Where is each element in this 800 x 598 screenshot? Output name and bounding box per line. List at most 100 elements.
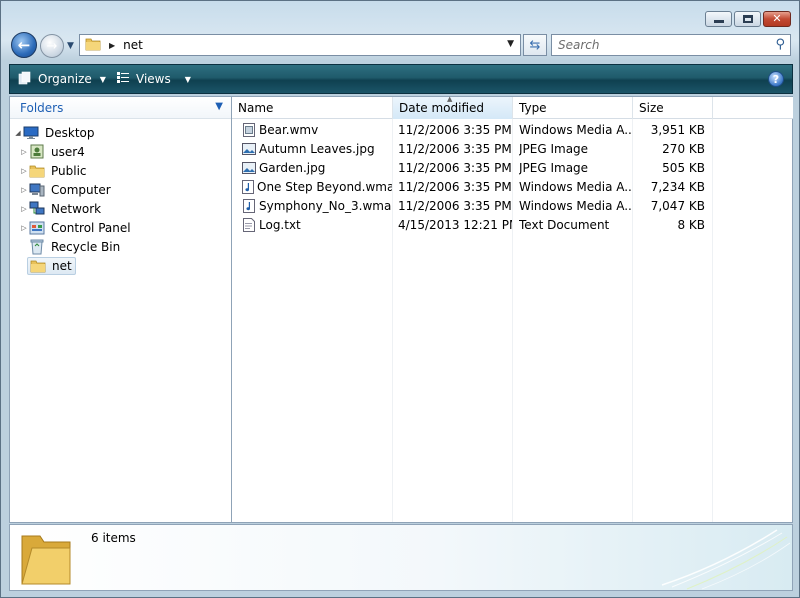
forward-arrow-icon: → <box>46 38 58 54</box>
search-input[interactable] <box>552 35 762 55</box>
tree-item-desktop[interactable]: ◢ Desktop <box>10 123 231 142</box>
column-header-label: Name <box>238 101 274 115</box>
back-arrow-icon: ← <box>17 36 31 54</box>
tree-item-control-panel[interactable]: ▷ Control Panel <box>10 218 231 237</box>
desktop-icon <box>23 125 39 141</box>
minimize-icon <box>713 20 724 23</box>
tree-item-label: Desktop <box>45 125 95 140</box>
tree-expander-icon[interactable]: ▷ <box>19 167 29 175</box>
file-date: 11/2/2006 3:35 PM <box>398 179 512 194</box>
chevron-down-icon[interactable]: ▼ <box>215 101 223 112</box>
close-icon: ✕ <box>772 12 782 25</box>
tree-expander-icon[interactable]: ▷ <box>19 224 29 232</box>
forward-button[interactable]: → <box>40 34 64 58</box>
file-row[interactable]: Autumn Leaves.jpg 11/2/2006 3:35 PM JPEG… <box>232 139 712 158</box>
user-folder-icon <box>29 144 45 160</box>
file-size: 7,047 KB <box>650 198 705 213</box>
close-button[interactable]: ✕ <box>763 11 791 27</box>
command-toolbar: Organize ▼ Views ▼ ? <box>9 64 793 94</box>
tree-item-label: user4 <box>51 144 85 159</box>
refresh-icon: ⇆ <box>529 37 541 53</box>
column-divider <box>712 119 713 522</box>
audio-file-icon <box>242 198 256 213</box>
recent-pages-dropdown[interactable]: ▼ <box>67 41 77 51</box>
image-file-icon <box>242 142 256 156</box>
folder-icon <box>18 530 74 590</box>
computer-icon <box>29 182 45 198</box>
network-icon <box>29 201 45 217</box>
column-header-label: Size <box>639 101 664 115</box>
breadcrumb-separator-icon[interactable]: ▶ <box>109 41 115 50</box>
text-file-icon <box>242 217 256 232</box>
file-name: One Step Beyond.wma <box>257 179 392 194</box>
item-count: 6 items <box>91 531 136 545</box>
breadcrumb-net[interactable]: net <box>123 38 143 52</box>
maximize-button[interactable] <box>734 11 761 27</box>
folder-tree: ◢ Desktop ▷ user4 ▷ Public ▷ Computer ▷ … <box>10 119 231 275</box>
views-dropdown-icon: ▼ <box>184 74 191 84</box>
folder-icon <box>30 258 46 274</box>
file-date: 11/2/2006 3:35 PM <box>398 198 512 213</box>
file-name: Symphony_No_3.wma <box>259 198 392 213</box>
refresh-button[interactable]: ⇆ <box>523 34 547 56</box>
folders-pane: Folders ▼ ◢ Desktop ▷ user4 ▷ Public ▷ C… <box>9 96 232 523</box>
tree-item-user4[interactable]: ▷ user4 <box>10 142 231 161</box>
column-header-date-modified[interactable]: ▲ Date modified <box>393 95 513 119</box>
file-type: JPEG Image <box>519 160 589 175</box>
file-row[interactable]: Garden.jpg 11/2/2006 3:35 PM JPEG Image … <box>232 158 712 177</box>
tree-item-computer[interactable]: ▷ Computer <box>10 180 231 199</box>
views-icon <box>116 71 130 87</box>
tree-item-label: net <box>52 258 72 273</box>
tree-item-recycle-bin[interactable]: Recycle Bin <box>10 237 231 256</box>
search-box: ⚲ <box>551 34 791 56</box>
tree-item-label: Network <box>51 201 102 216</box>
file-size: 8 KB <box>677 217 705 232</box>
column-header-size[interactable]: Size <box>633 97 713 119</box>
tree-expander-icon[interactable]: ▷ <box>19 186 29 194</box>
tree-item-public[interactable]: ▷ Public <box>10 161 231 180</box>
tree-item-label: Public <box>51 163 87 178</box>
file-type: Windows Media A... <box>519 198 631 213</box>
file-name: Bear.wmv <box>259 122 319 137</box>
views-label: Views <box>136 72 171 86</box>
file-size: 270 KB <box>662 141 705 156</box>
file-date: 11/2/2006 3:35 PM <box>398 141 512 156</box>
organize-label: Organize <box>38 72 92 86</box>
tree-expander-icon[interactable]: ▷ <box>19 205 29 213</box>
tree-item-net[interactable]: net <box>10 256 231 275</box>
file-type: Text Document <box>519 217 610 232</box>
address-bar[interactable]: ▶ net ▼ <box>79 34 521 56</box>
minimize-button[interactable] <box>705 11 732 27</box>
file-date: 4/15/2013 12:21 PM <box>398 217 512 232</box>
file-row[interactable]: Bear.wmv 11/2/2006 3:35 PM Windows Media… <box>232 120 712 139</box>
tree-item-label: Control Panel <box>51 220 131 235</box>
file-name: Garden.jpg <box>259 160 326 175</box>
file-list: Name ▲ Date modified Type Size Bear.wmv … <box>232 95 793 523</box>
help-button[interactable]: ? <box>768 71 784 87</box>
column-header-label: Date modified <box>399 101 485 115</box>
file-row[interactable]: Symphony_No_3.wma 11/2/2006 3:35 PM Wind… <box>232 196 712 215</box>
file-size: 505 KB <box>662 160 705 175</box>
column-header-name[interactable]: Name <box>232 97 393 119</box>
organize-icon <box>18 71 32 88</box>
address-dropdown-icon[interactable]: ▼ <box>507 39 514 49</box>
back-button[interactable]: ← <box>11 32 37 58</box>
file-size: 7,234 KB <box>650 179 705 194</box>
file-row[interactable]: Log.txt 4/15/2013 12:21 PM Text Document… <box>232 215 712 234</box>
file-type: Windows Media A... <box>519 122 631 137</box>
file-row[interactable]: One Step Beyond.wma 11/2/2006 3:35 PM Wi… <box>232 177 712 196</box>
tree-expander-icon[interactable]: ▷ <box>19 148 29 156</box>
organize-button[interactable]: Organize ▼ <box>18 65 106 93</box>
column-headers: Name ▲ Date modified Type Size <box>232 95 793 119</box>
column-header-type[interactable]: Type <box>513 97 633 119</box>
column-header-label: Type <box>519 101 547 115</box>
file-date: 11/2/2006 3:35 PM <box>398 160 512 175</box>
tree-item-network[interactable]: ▷ Network <box>10 199 231 218</box>
views-button[interactable]: Views ▼ <box>116 65 191 93</box>
search-icon[interactable]: ⚲ <box>775 37 785 52</box>
details-pane: 6 items <box>9 524 793 591</box>
folders-header[interactable]: Folders ▼ <box>10 97 231 119</box>
folder-icon <box>85 37 101 54</box>
tree-expander-icon[interactable]: ◢ <box>13 129 23 137</box>
folder-icon <box>29 163 45 179</box>
